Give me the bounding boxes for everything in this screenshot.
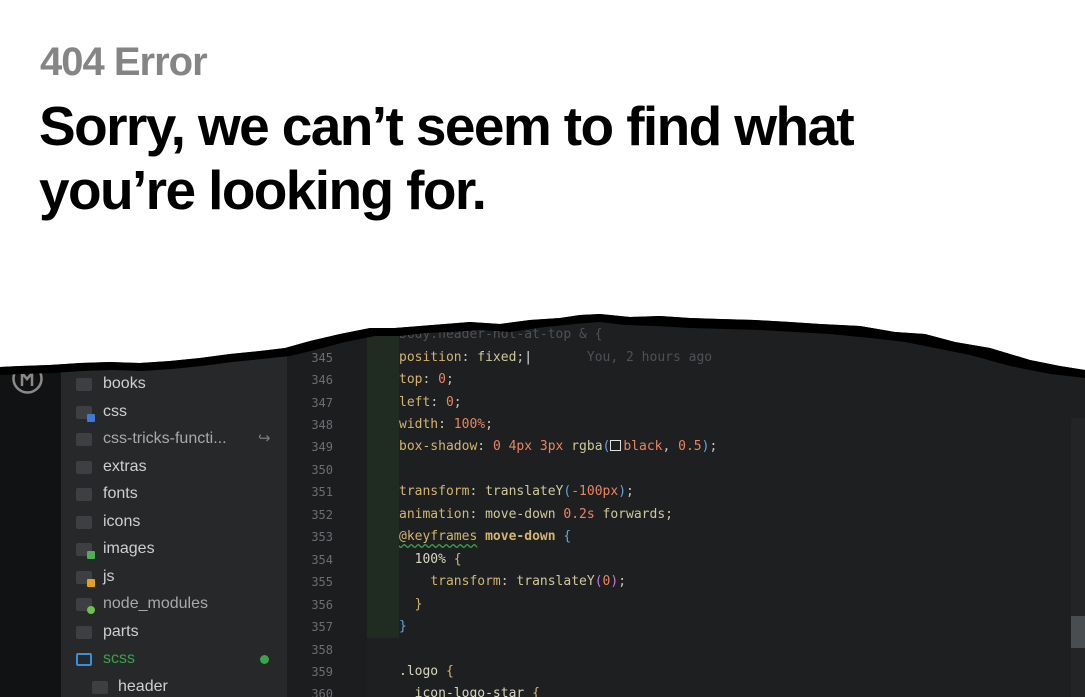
tree-item-js[interactable]: js bbox=[61, 566, 287, 590]
css-folder-icon bbox=[76, 406, 95, 422]
folder-icon bbox=[76, 433, 92, 446]
line-number: 360 bbox=[311, 687, 333, 697]
tree-item-label: scss bbox=[103, 650, 135, 667]
code-line: transform: translateY(-100px); bbox=[399, 484, 634, 499]
tree-item-label: node_modules bbox=[103, 595, 208, 612]
code-line: @keyframes move-down { bbox=[399, 529, 572, 544]
scrollbar-thumb[interactable] bbox=[1071, 616, 1085, 648]
css-value: move-down bbox=[485, 529, 556, 544]
torn-paper-edge bbox=[0, 262, 1085, 378]
css-value: 0.5 bbox=[678, 439, 702, 454]
code-line: animation: move-down 0.2s forwards; bbox=[399, 507, 673, 522]
error-code-label: 404 Error bbox=[40, 40, 208, 84]
css-value: -100px bbox=[571, 484, 619, 499]
css-value: move-down bbox=[485, 507, 556, 522]
line-number: 353 bbox=[311, 530, 333, 544]
symlink-arrow-icon: ↪ bbox=[258, 430, 271, 447]
folder-icon bbox=[92, 681, 108, 694]
css-value: 0.2s bbox=[563, 507, 595, 522]
tree-item-images[interactable]: images bbox=[61, 538, 287, 562]
tree-item-label: icons bbox=[103, 513, 141, 530]
tree-item-label: header bbox=[118, 678, 168, 695]
line-number: 351 bbox=[311, 485, 333, 499]
line-number: 350 bbox=[311, 463, 333, 477]
open-folder-icon bbox=[76, 653, 92, 666]
error-hero: 404 Error Sorry, we can’t seem to find w… bbox=[0, 0, 1085, 266]
images-folder-icon bbox=[76, 543, 95, 559]
code-line: box-shadow: 0 4px 3px rgba(black, 0.5); bbox=[399, 439, 718, 454]
tree-item-parts[interactable]: parts bbox=[61, 621, 287, 645]
css-property: left bbox=[399, 395, 431, 410]
tree-item-fonts[interactable]: fonts bbox=[61, 483, 287, 507]
css-value: 0 bbox=[445, 395, 454, 410]
code-line: } bbox=[399, 619, 407, 634]
tree-item-label: images bbox=[103, 540, 155, 557]
line-number: 358 bbox=[311, 643, 333, 657]
css-value: black bbox=[623, 439, 663, 454]
code-line: transform: translateY(0); bbox=[430, 574, 627, 589]
css-property: transform bbox=[430, 574, 501, 589]
css-property: width bbox=[399, 417, 439, 432]
css-value: 0 4px 3px bbox=[492, 439, 564, 454]
tree-item-scss[interactable]: scss bbox=[61, 648, 287, 672]
folder-icon bbox=[76, 626, 92, 639]
tree-item-header[interactable]: header bbox=[61, 676, 287, 697]
line-number: 348 bbox=[311, 418, 333, 432]
tree-item-css-tricks-functions[interactable]: css-tricks-functi... ↪ bbox=[61, 428, 287, 452]
css-value: forwards bbox=[602, 507, 666, 522]
folder-icon bbox=[76, 516, 92, 529]
css-selector: .logo bbox=[399, 664, 439, 679]
tree-item-label: fonts bbox=[103, 485, 138, 502]
node-folder-icon bbox=[76, 598, 95, 614]
css-selector: 100% bbox=[414, 552, 446, 567]
css-property: box-shadow bbox=[399, 439, 478, 454]
tree-item-label: extras bbox=[103, 458, 147, 475]
css-property: transform bbox=[399, 484, 470, 499]
tree-item-label: css bbox=[103, 403, 127, 420]
code-line: 100% { bbox=[414, 552, 462, 567]
line-number: 354 bbox=[311, 553, 333, 567]
code-line: .logo { bbox=[399, 664, 454, 679]
line-number: 349 bbox=[311, 440, 333, 454]
tree-item-css[interactable]: css bbox=[61, 401, 287, 425]
code-line: width: 100%; bbox=[399, 417, 493, 432]
css-at-rule: @keyframes bbox=[399, 529, 478, 544]
modified-indicator bbox=[260, 655, 269, 664]
css-property: animation bbox=[399, 507, 470, 522]
color-swatch-icon bbox=[610, 440, 622, 451]
css-function: translateY bbox=[485, 484, 564, 499]
folder-icon bbox=[76, 488, 92, 501]
tree-item-label: css-tricks-functi... bbox=[103, 430, 227, 447]
tree-item-label: js bbox=[103, 568, 115, 585]
line-number: 359 bbox=[311, 665, 333, 679]
line-number: 352 bbox=[311, 508, 333, 522]
css-value: 100% bbox=[453, 417, 486, 432]
scrollbar-track[interactable] bbox=[1071, 418, 1085, 697]
css-function: translateY bbox=[516, 574, 595, 589]
tree-item-icons[interactable]: icons bbox=[61, 511, 287, 535]
folder-icon bbox=[76, 461, 92, 474]
code-line: icon-logo-star { bbox=[399, 686, 540, 697]
css-selector: icon-logo-star bbox=[414, 686, 525, 697]
error-message: Sorry, we can’t seem to find what you’re… bbox=[39, 95, 855, 221]
code-line: left: 0; bbox=[399, 395, 462, 410]
line-number: 357 bbox=[311, 620, 333, 634]
tree-item-extras[interactable]: extras bbox=[61, 456, 287, 480]
line-number: 347 bbox=[311, 396, 333, 410]
line-number: 355 bbox=[311, 575, 333, 589]
code-line: } bbox=[414, 597, 423, 612]
js-folder-icon bbox=[76, 571, 95, 587]
tree-item-node-modules[interactable]: node_modules bbox=[61, 593, 287, 617]
tree-item-label: parts bbox=[103, 623, 139, 640]
line-number: 356 bbox=[311, 598, 333, 612]
css-function: rgba bbox=[571, 439, 603, 454]
